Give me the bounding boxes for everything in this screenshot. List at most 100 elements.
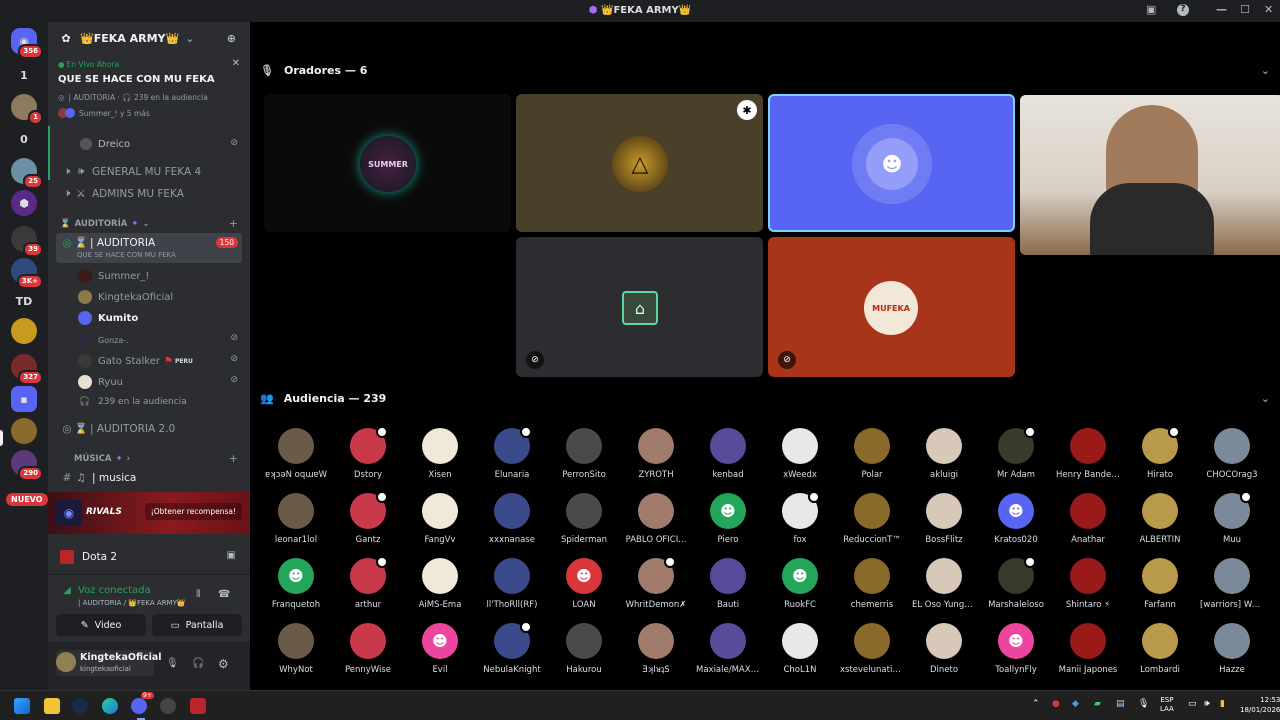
discord-taskbar-icon[interactable]: 9+: [131, 692, 154, 714]
dm-count-2[interactable]: 0: [11, 126, 37, 152]
audience-member[interactable]: ☻ Kratos020: [984, 493, 1048, 545]
clock[interactable]: 12:53 18/01/2026: [1240, 695, 1280, 715]
speaker-tile-mufeka[interactable]: MUFEKA ⊘: [768, 237, 1015, 377]
volume-icon[interactable]: 🕪: [1204, 699, 1210, 709]
audience-member[interactable]: Mr Adam: [984, 426, 1048, 480]
audience-member[interactable]: Manii Japones: [1056, 623, 1120, 675]
audience-member[interactable]: [warriors] WA...: [1200, 558, 1264, 610]
audience-member[interactable]: akluigi: [912, 428, 976, 480]
stage-user-row[interactable]: Gonza-.: [78, 333, 129, 347]
audience-member[interactable]: Xisen: [408, 428, 472, 480]
settings-gear-icon[interactable]: ⚙: [218, 657, 229, 671]
audience-member[interactable]: chemerris: [840, 558, 904, 610]
audience-member[interactable]: Elunaria: [480, 426, 544, 480]
audience-member[interactable]: Muu: [1200, 491, 1264, 545]
live-now-panel[interactable]: ● En Vivo Ahora QUE SE HACE CON MU FEKA …: [48, 54, 250, 148]
mic-icon[interactable]: 🎙: [166, 658, 179, 669]
stage-channel[interactable]: ◎ ⌛ | AUDITORIA: [60, 236, 155, 250]
tray-app-icon[interactable]: ▰: [1094, 699, 1101, 709]
audience-member[interactable]: ☻ Franquetoh: [264, 558, 328, 610]
audience-member[interactable]: PABLO OFICI...: [624, 493, 688, 545]
stage-user-row[interactable]: Gato Stalker ⚑ PERU: [78, 354, 193, 368]
audience-member[interactable]: NebulaKnight: [480, 621, 544, 675]
audience-header[interactable]: 👥 Audiencia — 239: [260, 392, 386, 405]
activity-row[interactable]: Dota 2: [60, 550, 117, 564]
speakers-header[interactable]: 🎙 Oradores — 6: [260, 64, 367, 77]
speaker-tile-minecraft[interactable]: ⌂ ⊘: [516, 237, 763, 377]
voice-status[interactable]: ◢ Voz conectada: [60, 585, 151, 596]
network-icon[interactable]: ▭: [1188, 699, 1197, 709]
audience-member[interactable]: Anathar: [1056, 493, 1120, 545]
file-explorer-icon[interactable]: [44, 698, 60, 714]
promo-banner[interactable]: ◉ RIVALS ¡Obtener recompensa!: [48, 492, 250, 534]
speaker-tile-eye[interactable]: △ ✱: [516, 94, 763, 232]
edge-browser-icon[interactable]: [102, 698, 118, 714]
audience-member[interactable]: ɐʞɔǝN oqɯɐW: [264, 428, 328, 480]
stage-user-row[interactable]: Ryuu: [78, 375, 123, 389]
server-icon-6[interactable]: [11, 318, 37, 344]
tray-app-icon[interactable]: ▤: [1116, 699, 1125, 709]
server-icon-8[interactable]: 290: [11, 450, 43, 481]
tray-chevron-icon[interactable]: ⌃: [1032, 699, 1040, 709]
audience-member[interactable]: ƎʞIᴚʇS: [624, 623, 688, 675]
soundboard-icon[interactable]: ⦀: [196, 589, 200, 600]
voice-location[interactable]: | AUDITORIA / 👑FEKA ARMY👑: [78, 599, 186, 607]
close-icon[interactable]: ✕: [232, 58, 240, 69]
speaker-tile-webcam[interactable]: [1020, 95, 1280, 255]
claim-reward-button[interactable]: ¡Obtener recompensa!: [144, 503, 242, 520]
audience-member[interactable]: CHOCOrag3: [1200, 428, 1264, 480]
audience-member[interactable]: arthur: [336, 556, 400, 610]
audience-member[interactable]: ZYROTH: [624, 428, 688, 480]
add-member-icon[interactable]: ⊕: [227, 32, 236, 45]
add-channel-icon[interactable]: +: [229, 452, 238, 465]
audience-member[interactable]: ☻ Piero: [696, 493, 760, 545]
windows-start-icon[interactable]: [14, 698, 30, 714]
audience-member[interactable]: ☻ ToallynFly: [984, 623, 1048, 675]
audience-member[interactable]: Shintaro ⚡: [1056, 558, 1120, 610]
screen-share-game-icon[interactable]: ▣: [227, 550, 236, 561]
audience-member[interactable]: Gantz: [336, 491, 400, 545]
server-icon-2[interactable]: 25: [11, 158, 43, 189]
server-icon-7[interactable]: 327: [11, 354, 43, 385]
audience-member[interactable]: Spiderman: [552, 493, 616, 545]
audience-member[interactable]: Marshaleloso: [984, 556, 1048, 610]
audience-member[interactable]: EL Oso Yungu...: [912, 558, 976, 610]
audience-member[interactable]: Maxiale/MAXI...: [696, 623, 760, 675]
audience-member[interactable]: xxxnanase: [480, 493, 544, 545]
audience-member[interactable]: Lombardi: [1128, 623, 1192, 675]
dm-count-1[interactable]: 1: [11, 62, 37, 88]
audience-member[interactable]: Dineto: [912, 623, 976, 675]
audience-member[interactable]: AiMS-Ema: [408, 558, 472, 610]
stage-audience-row[interactable]: 🎧 239 en la audiencia: [78, 397, 186, 407]
category-auditoria[interactable]: ⌛ AUDITORÍA ✦ ⌄: [60, 219, 150, 229]
stage-user-row[interactable]: Kumito: [78, 311, 138, 325]
add-channel-icon[interactable]: +: [229, 217, 238, 230]
audience-member[interactable]: Hirato: [1128, 426, 1192, 480]
battery-icon[interactable]: ▮: [1220, 699, 1225, 709]
stage2-channel[interactable]: ◎ ⌛ | AUDITORIA 2.0: [60, 422, 175, 436]
server-header[interactable]: ✿ 👑FEKA ARMY👑 ⌄ ⊕: [48, 22, 250, 54]
tray-app-icon[interactable]: ●: [1052, 699, 1060, 709]
server-icon-4[interactable]: 39: [11, 226, 43, 257]
audience-member[interactable]: Polar: [840, 428, 904, 480]
audience-member[interactable]: kenbad: [696, 428, 760, 480]
steam-icon[interactable]: [72, 698, 88, 714]
tray-app-icon[interactable]: ◆: [1072, 699, 1079, 709]
server-icon-eye[interactable]: [11, 418, 37, 444]
channel-admins[interactable]: 🕨 ⚔ ADMINS MU FEKA: [60, 187, 184, 200]
server-icon-3[interactable]: ⬢: [11, 190, 37, 216]
channel-general[interactable]: 🕨 🕪 GENERAL MU FEKA 4: [60, 165, 201, 178]
disconnect-icon[interactable]: ☎: [218, 589, 230, 600]
tray-mic-icon[interactable]: 🎙: [1138, 699, 1149, 709]
audience-member[interactable]: Farfann: [1128, 558, 1192, 610]
dota-taskbar-icon[interactable]: [190, 698, 206, 714]
voice-user-row[interactable]: Dreico: [80, 138, 130, 150]
audience-member[interactable]: ChoL1N: [768, 623, 832, 675]
minimize-button[interactable]: —: [1216, 3, 1227, 16]
audience-member[interactable]: xWeedx: [768, 428, 832, 480]
audience-member[interactable]: Hazze: [1200, 623, 1264, 675]
app-icon[interactable]: [160, 698, 176, 714]
screen-share-button[interactable]: ▭ Pantalla: [152, 614, 242, 636]
audience-member[interactable]: ll'ThoRll(RF): [480, 558, 544, 610]
audience-member[interactable]: ☻ Evil: [408, 623, 472, 675]
